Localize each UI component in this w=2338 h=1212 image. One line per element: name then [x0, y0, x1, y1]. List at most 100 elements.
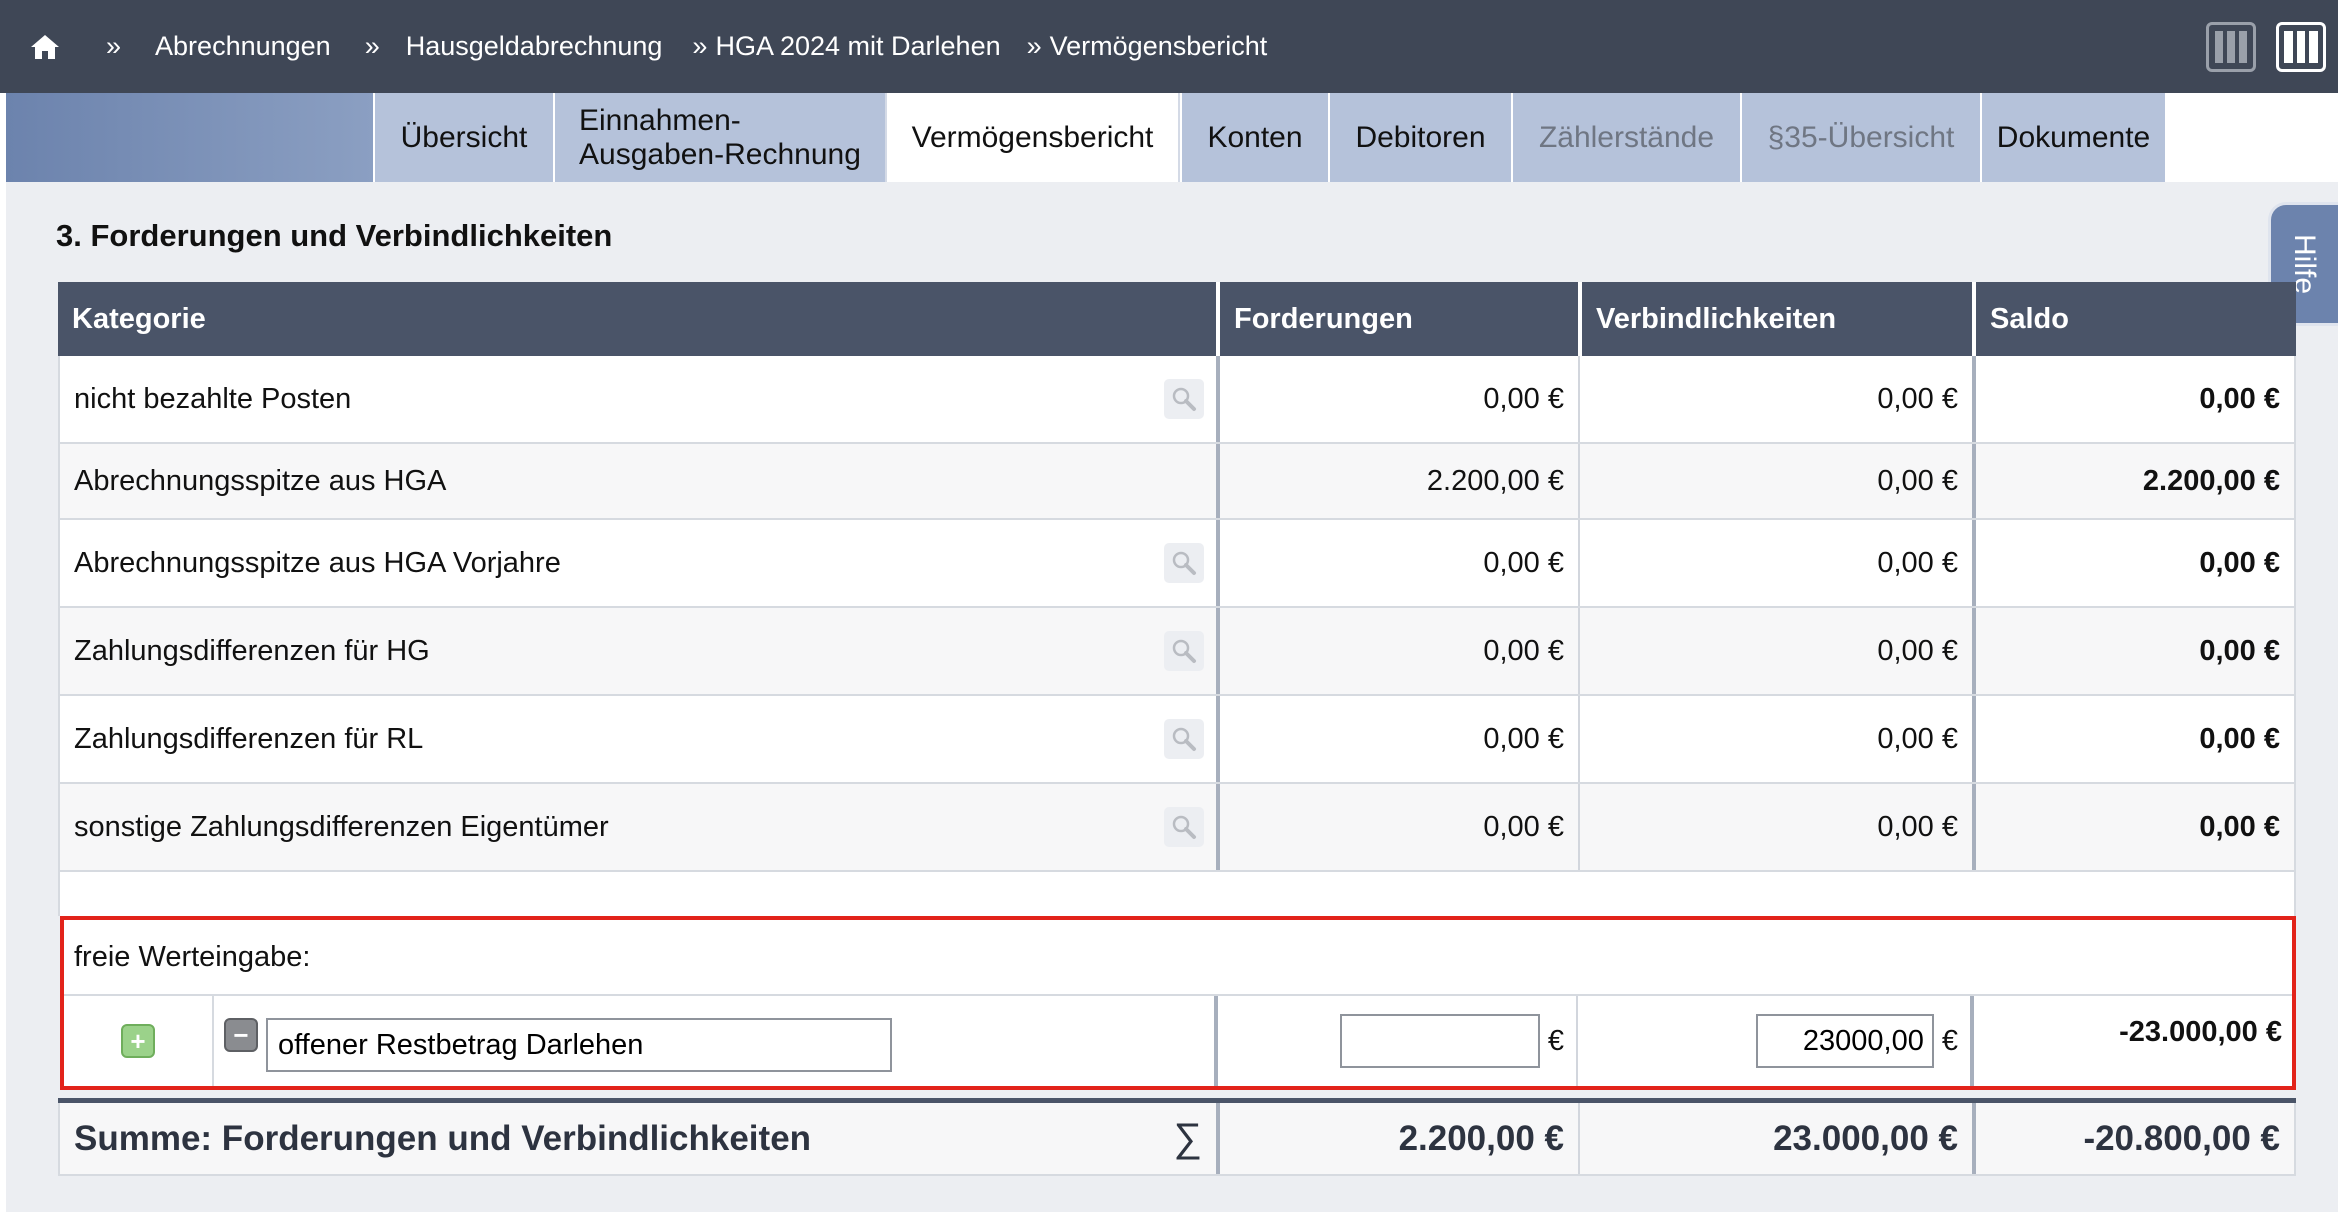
add-row-icon[interactable]: + [121, 1024, 155, 1058]
breadcrumb-item-hausgeldabrechnung[interactable]: » Hausgeldabrechnung [365, 31, 663, 62]
breadcrumb-label[interactable]: Vermögensbericht [1050, 31, 1268, 62]
currency-label: € [1941, 1024, 1958, 1057]
cell-saldo: 0,00 € [1972, 356, 2296, 442]
cell-kategorie: Abrechnungsspitze aus HGA Vorjahre [58, 520, 1216, 606]
tab-zaehlerstaende: Zählerstände [1511, 93, 1740, 182]
cell-saldo: 0,00 € [1972, 608, 2296, 694]
free-entry-forderungen-cell: € [1214, 996, 1576, 1086]
table-row: Abrechnungsspitze aus HGA Vorjahre 0,00 … [58, 520, 2296, 608]
row-label: sonstige Zahlungsdifferenzen Eigentümer [74, 810, 609, 843]
sum-label-cell: Summe: Forderungen und Verbindlichkeiten… [58, 1103, 1216, 1174]
cell-verbindlichkeiten: 0,00 € [1578, 696, 1972, 782]
breadcrumb-label[interactable]: HGA 2024 mit Darlehen [715, 31, 1000, 62]
tab-einnahmen-ausgaben-rechnung[interactable]: Einnahmen-Ausgaben-Rechnung [553, 93, 885, 182]
cell-verbindlichkeiten: 0,00 € [1578, 784, 1972, 870]
layout-wide-icon[interactable] [2276, 22, 2326, 72]
breadcrumb-separator: » [106, 31, 122, 61]
row-label: Abrechnungsspitze aus HGA Vorjahre [74, 546, 561, 579]
table-row: nicht bezahlte Posten 0,00 € 0,00 € 0,00… [58, 356, 2296, 444]
top-bar: » Abrechnungen » Hausgeldabrechnung » HG… [0, 0, 2338, 93]
layout-columns-icon[interactable] [2206, 22, 2256, 72]
sum-row: Summe: Forderungen und Verbindlichkeiten… [58, 1098, 2296, 1176]
cell-verbindlichkeiten: 0,00 € [1578, 444, 1972, 518]
tab-dokumente[interactable]: Dokumente [1980, 93, 2165, 182]
cell-kategorie: nicht bezahlte Posten [58, 356, 1216, 442]
home-icon[interactable] [28, 32, 62, 62]
main-content: 3. Forderungen und Verbindlichkeiten Hil… [6, 182, 2338, 1212]
cell-kategorie: Abrechnungsspitze aus HGA [58, 444, 1216, 518]
sum-forderungen: 2.200,00 € [1216, 1103, 1578, 1174]
cell-saldo: 0,00 € [1972, 696, 2296, 782]
free-entry-saldo: -23.000,00 € [1970, 996, 2292, 1086]
breadcrumb-separator: » [692, 31, 708, 61]
layout-switcher [2206, 22, 2326, 72]
free-entry-verbindlichkeiten-cell: € [1576, 996, 1970, 1086]
cell-saldo: 2.200,00 € [1972, 444, 2296, 518]
cell-verbindlichkeiten: 0,00 € [1578, 608, 1972, 694]
breadcrumb-item-vermoegensbericht[interactable]: » Vermögensbericht [1027, 31, 1268, 62]
cell-forderungen: 0,00 € [1216, 520, 1578, 606]
tab-konten[interactable]: Konten [1180, 93, 1328, 182]
sum-verbindlichkeiten: 23.000,00 € [1578, 1103, 1972, 1174]
tab-debitoren[interactable]: Debitoren [1328, 93, 1511, 182]
tab-paragraph35-uebersicht: §35-Übersicht [1740, 93, 1980, 182]
receivables-liabilities-table: Kategorie Forderungen Verbindlichkeiten … [58, 282, 2296, 1176]
free-entry-verbindlichkeiten-input[interactable] [1755, 1014, 1934, 1068]
search-icon[interactable] [1164, 807, 1204, 847]
free-entry-forderungen-input[interactable] [1339, 1014, 1540, 1068]
table-spacer [58, 872, 2296, 916]
row-label: nicht bezahlte Posten [74, 382, 352, 415]
search-icon[interactable] [1164, 719, 1204, 759]
free-entry-add-cell: + [64, 996, 212, 1086]
cell-forderungen: 0,00 € [1216, 608, 1578, 694]
header-saldo: Saldo [1972, 282, 2296, 356]
tab-bar-left-decoration [6, 93, 373, 182]
cell-kategorie: Zahlungsdifferenzen für HG [58, 608, 1216, 694]
cell-forderungen: 0,00 € [1216, 784, 1578, 870]
search-icon[interactable] [1164, 631, 1204, 671]
free-entry-label: freie Werteingabe: [64, 920, 2292, 996]
cell-kategorie: Zahlungsdifferenzen für RL [58, 696, 1216, 782]
cell-verbindlichkeiten: 0,00 € [1578, 356, 1972, 442]
row-label: Abrechnungsspitze aus HGA [74, 464, 447, 497]
section-title: 3. Forderungen und Verbindlichkeiten [56, 218, 613, 253]
free-entry-description-cell: − [212, 996, 1214, 1086]
sum-saldo: -20.800,00 € [1972, 1103, 2296, 1174]
cell-kategorie: sonstige Zahlungsdifferenzen Eigentümer [58, 784, 1216, 870]
breadcrumb-separator: » [1026, 31, 1042, 61]
search-icon[interactable] [1164, 543, 1204, 583]
cell-saldo: 0,00 € [1972, 520, 2296, 606]
cell-saldo: 0,00 € [1972, 784, 2296, 870]
tab-vermoegensbericht[interactable]: Vermögensbericht [885, 93, 1180, 182]
breadcrumb-item-abrechnungen[interactable]: » Abrechnungen [106, 31, 331, 62]
free-entry-block: freie Werteingabe: + − € € -23.000,00 € [60, 916, 2296, 1090]
tab-bar: Übersicht Einnahmen-Ausgaben-Rechnung Ve… [0, 93, 2338, 182]
table-header: Kategorie Forderungen Verbindlichkeiten … [58, 282, 2296, 356]
search-icon[interactable] [1164, 379, 1204, 419]
table-row: Zahlungsdifferenzen für RL 0,00 € 0,00 €… [58, 696, 2296, 784]
sum-label: Summe: Forderungen und Verbindlichkeiten [74, 1118, 812, 1158]
header-kategorie: Kategorie [72, 302, 206, 335]
cell-forderungen: 0,00 € [1216, 696, 1578, 782]
breadcrumb-label[interactable]: Hausgeldabrechnung [406, 31, 663, 62]
remove-row-icon[interactable]: − [224, 1018, 258, 1052]
table-row: sonstige Zahlungsdifferenzen Eigentümer … [58, 784, 2296, 872]
row-label: Zahlungsdifferenzen für RL [74, 722, 424, 755]
header-forderungen: Forderungen [1216, 282, 1578, 356]
cell-verbindlichkeiten: 0,00 € [1578, 520, 1972, 606]
breadcrumb-item-hga-2024[interactable]: » HGA 2024 mit Darlehen [692, 31, 1000, 62]
row-label: Zahlungsdifferenzen für HG [74, 634, 430, 667]
free-entry-description-input[interactable] [266, 1018, 892, 1072]
sigma-icon: ∑ [1173, 1116, 1202, 1160]
currency-label: € [1547, 1024, 1564, 1057]
breadcrumb-label[interactable]: Abrechnungen [155, 31, 331, 62]
tab-uebersicht[interactable]: Übersicht [373, 93, 553, 182]
cell-forderungen: 2.200,00 € [1216, 444, 1578, 518]
header-verbindlichkeiten: Verbindlichkeiten [1578, 282, 1972, 356]
breadcrumb-separator: » [364, 31, 380, 61]
tabs: Übersicht Einnahmen-Ausgaben-Rechnung Ve… [373, 93, 2165, 182]
table-row: Abrechnungsspitze aus HGA 2.200,00 € 0,0… [58, 444, 2296, 520]
free-entry-row: + − € € -23.000,00 € [64, 996, 2292, 1086]
cell-forderungen: 0,00 € [1216, 356, 1578, 442]
table-row: Zahlungsdifferenzen für HG 0,00 € 0,00 €… [58, 608, 2296, 696]
